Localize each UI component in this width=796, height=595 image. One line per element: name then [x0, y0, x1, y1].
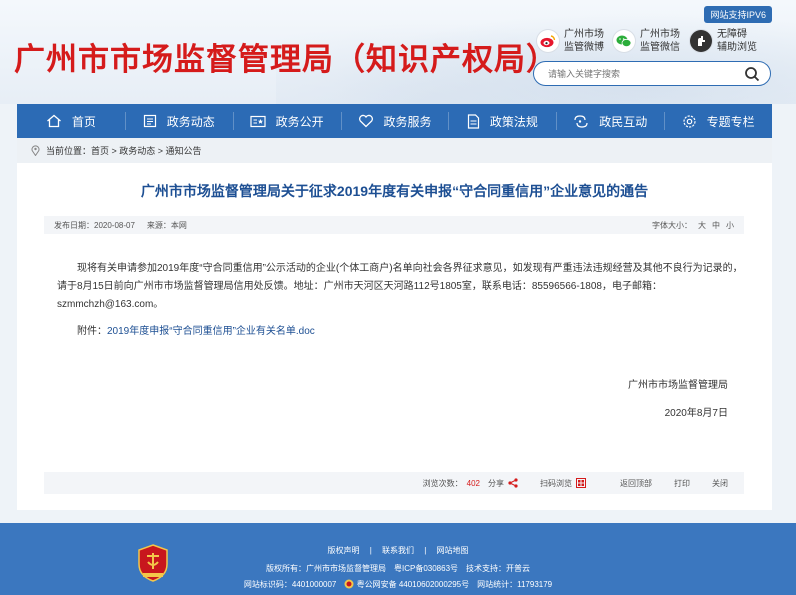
weibo-icon	[537, 30, 559, 52]
font-size-label: 字体大小：	[652, 220, 692, 230]
police-badge-icon	[344, 579, 354, 589]
source-label: 来源：	[146, 220, 171, 230]
source-value: 本网	[170, 220, 187, 230]
main-nav: 首页 政务动态 政务公开 政务服务 政策法规 政民互动 专题专栏	[17, 104, 772, 138]
nav-label: 政民互动	[599, 114, 648, 129]
close-button[interactable]: 关闭	[712, 478, 728, 489]
attachment: 附件：2019年度申报“守合同重信用”企业有关名单.doc	[77, 322, 315, 337]
nav-item-home[interactable]: 首页	[17, 104, 125, 138]
document-icon	[467, 113, 479, 129]
accessibility-label: 无障碍 辅助浏览	[717, 29, 757, 53]
font-small-button[interactable]: 小	[726, 220, 734, 231]
attachment-label: 附件：	[77, 326, 107, 337]
footer-police[interactable]: 粤公网安备 44010602000295号	[357, 580, 470, 589]
ipv6-badge: 网站支持IPV6	[704, 6, 772, 23]
footer-link-contact[interactable]: 联系我们	[382, 546, 414, 555]
views-label: 浏览次数：	[422, 478, 463, 488]
accessibility-icon	[690, 30, 712, 52]
nav-item-topics[interactable]: 专题专栏	[664, 104, 772, 138]
footer-copyright: 版权所有：广州市市场监督管理局	[265, 564, 386, 573]
home-icon	[47, 114, 61, 128]
nav-item-policies[interactable]: 政策法规	[448, 104, 556, 138]
font-medium-button[interactable]: 中	[712, 220, 720, 231]
nav-item-open-affairs[interactable]: 政务公开	[232, 104, 341, 138]
share-button[interactable]: 分享	[488, 478, 504, 489]
wechat-icon	[613, 30, 635, 52]
nav-label: 政策法规	[489, 114, 538, 129]
footer-divider: |	[424, 546, 427, 555]
article-actions: 浏览次数： 402 分享 扫码浏览 返回顶部 打印 关闭	[44, 472, 744, 494]
article-title: 广州市市场监督管理局关于征求2019年度有关申报“守合同重信用”企业意见的通告	[140, 183, 649, 199]
nav-label: 政务公开	[275, 114, 324, 129]
breadcrumb-path[interactable]: 首页 > 政务动态 > 通知公告	[91, 144, 202, 157]
nav-label: 政务动态	[166, 114, 215, 129]
accessibility-link[interactable]: 无障碍 辅助浏览	[690, 28, 763, 54]
footer-tech: 技术支持：开普云	[466, 564, 531, 573]
breadcrumb-prefix: 当前位置：	[46, 146, 92, 156]
nav-label: 首页	[71, 114, 96, 129]
views-count: 402	[466, 478, 480, 488]
publish-date: 2020-08-07	[94, 220, 135, 230]
back-to-top-button[interactable]: 返回顶部	[620, 478, 652, 489]
news-icon	[143, 114, 156, 128]
footer-link-copyright[interactable]: 版权声明	[327, 546, 359, 555]
qrcode-icon[interactable]	[576, 478, 586, 488]
breadcrumb: 当前位置： 首页 > 政务动态 > 通知公告	[17, 138, 772, 163]
font-large-button[interactable]: 大	[698, 220, 706, 231]
date-label: 发布日期：	[54, 220, 94, 230]
print-button[interactable]: 打印	[674, 478, 690, 489]
search-input[interactable]	[548, 66, 738, 82]
footer-copyright-line: 版权所有：广州市市场监督管理局 粤ICP备030863号 技术支持：开普云	[0, 563, 796, 574]
footer-icp[interactable]: 粤ICP备030863号	[394, 564, 458, 573]
nav-label: 专题专栏	[706, 114, 755, 129]
article-meta: 发布日期： 2020-08-07 来源： 本网 字体大小： 大 中 小	[44, 216, 744, 234]
site-title[interactable]: 广州市市场监督管理局（知识产权局）	[14, 34, 558, 79]
article-card: 当前位置： 首页 > 政务动态 > 通知公告 广州市市场监督管理局关于征求201…	[17, 138, 772, 510]
footer-stats: 网站统计：11793179	[477, 580, 553, 589]
signature-org: 广州市市场监督管理局	[628, 380, 728, 391]
share-icon[interactable]	[508, 478, 518, 488]
footer-site-code: 网站标识码：4401000007	[243, 580, 337, 589]
wechat-link[interactable]: 广州市场 监管微信	[613, 28, 686, 54]
nav-item-interaction[interactable]: 政民互动	[556, 104, 664, 138]
nav-label: 政务服务	[383, 114, 432, 129]
gear-icon	[682, 114, 696, 128]
scan-button[interactable]: 扫码浏览	[540, 478, 572, 489]
weibo-link[interactable]: 广州市场 监管微博	[537, 28, 610, 54]
article-body: 现将有关申请参加2019年度“守合同重信用”公示活动的企业(个体工商户)名单向社…	[57, 263, 743, 310]
footer-info-line: 网站标识码：4401000007 粤公网安备 44010602000295号 网站…	[0, 579, 796, 590]
location-icon	[31, 145, 40, 156]
search-box	[533, 61, 771, 86]
interaction-icon	[574, 114, 588, 128]
footer-links: 版权声明 | 联系我们 | 网站地图	[0, 545, 796, 556]
heart-icon	[358, 114, 373, 128]
nav-item-news[interactable]: 政务动态	[124, 104, 233, 138]
footer-link-sitemap[interactable]: 网站地图	[437, 546, 469, 555]
footer-divider: |	[369, 546, 372, 555]
weibo-label: 广州市场 监管微博	[564, 29, 604, 53]
search-icon[interactable]	[744, 66, 760, 82]
site-header: 广州市市场监督管理局（知识产权局） 网站支持IPV6 广州市场 监管微博 广州市场…	[0, 0, 796, 104]
attachment-link[interactable]: 2019年度申报“守合同重信用”企业有关名单.doc	[107, 326, 315, 337]
nav-item-services[interactable]: 政务服务	[340, 104, 449, 138]
open-affairs-icon	[250, 115, 266, 127]
wechat-label: 广州市场 监管微信	[640, 29, 680, 53]
signature-date: 2020年8月7日	[664, 408, 728, 419]
